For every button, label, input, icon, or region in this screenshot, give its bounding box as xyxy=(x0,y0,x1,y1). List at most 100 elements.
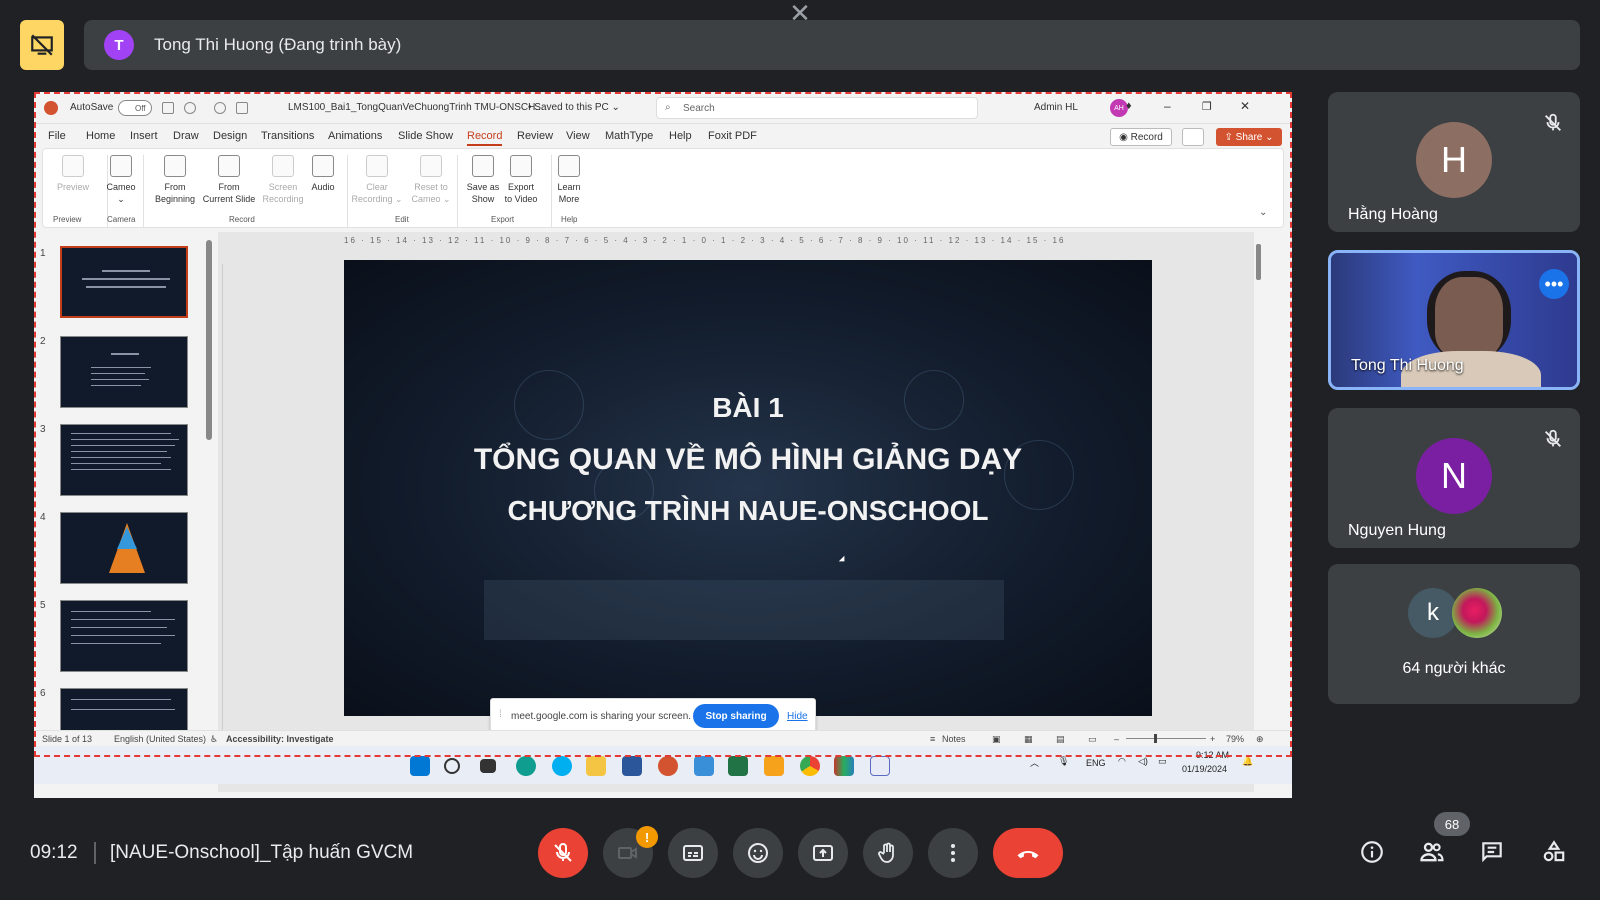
autosave-toggle[interactable]: Off xyxy=(118,100,152,116)
save-icon[interactable] xyxy=(162,102,174,114)
tab-design[interactable]: Design xyxy=(213,130,247,142)
word-icon[interactable] xyxy=(622,756,642,776)
meeting-details-button[interactable] xyxy=(1352,832,1392,872)
participant-tile[interactable]: N Nguyen Hung xyxy=(1328,408,1580,548)
chrome-icon[interactable] xyxy=(800,756,820,776)
record-from-beginning-button[interactable]: From Beginning xyxy=(147,155,203,205)
window-close-icon[interactable]: ✕ xyxy=(1240,99,1250,113)
thumbnail-scrollbar[interactable] xyxy=(206,240,212,440)
more-options-button[interactable] xyxy=(928,828,978,878)
wifi-icon[interactable]: ◠ xyxy=(1118,756,1126,767)
tray-chevron-icon[interactable]: ︿ xyxy=(1030,756,1039,769)
captions-button[interactable] xyxy=(668,828,718,878)
reset-cameo-button[interactable]: Reset to Cameo ⌄ xyxy=(403,155,459,205)
app-icon[interactable] xyxy=(694,756,714,776)
slide-sorter-icon[interactable]: ▦ xyxy=(1024,734,1033,745)
app-icon[interactable] xyxy=(764,756,784,776)
participant-tile-presenter[interactable]: Tong Thi Huong ••• xyxy=(1328,250,1580,390)
powerpoint-taskbar-icon[interactable] xyxy=(658,756,678,776)
zoom-out-icon[interactable]: – xyxy=(1114,734,1119,744)
present-icon[interactable] xyxy=(236,102,248,114)
redo-icon[interactable] xyxy=(214,102,226,114)
tab-review[interactable]: Review xyxy=(517,130,553,142)
people-button[interactable] xyxy=(1412,832,1452,872)
current-slide[interactable]: BÀI 1 TỔNG QUAN VỀ MÔ HÌNH GIẢNG DẠY CHƯ… xyxy=(344,260,1152,716)
tab-animations[interactable]: Animations xyxy=(328,130,382,142)
volume-icon[interactable]: ◁) xyxy=(1138,756,1148,767)
tab-slide-show[interactable]: Slide Show xyxy=(398,130,453,142)
fit-slide-icon[interactable]: ⊕ xyxy=(1256,734,1264,745)
drag-handle-icon[interactable]: ⁞ xyxy=(499,709,502,720)
tab-draw[interactable]: Draw xyxy=(173,130,199,142)
search-input[interactable]: ⌕ Search xyxy=(656,97,978,119)
battery-icon[interactable]: ▭ xyxy=(1158,756,1167,767)
tab-insert[interactable]: Insert xyxy=(130,130,158,142)
stop-presenting-icon[interactable] xyxy=(20,20,64,70)
zoom-slider-thumb[interactable] xyxy=(1154,734,1157,743)
accessibility-status[interactable]: Accessibility: Investigate xyxy=(226,734,334,744)
diamond-icon[interactable]: ♦ xyxy=(1126,100,1138,112)
leave-call-button[interactable] xyxy=(993,828,1063,878)
notification-icon[interactable]: 🔔 xyxy=(1242,756,1253,767)
record-from-current-button[interactable]: From Current Slide xyxy=(199,155,259,205)
raise-hand-button[interactable] xyxy=(863,828,913,878)
participant-tile[interactable]: H Hằng Hoàng xyxy=(1328,92,1580,232)
others-tile[interactable]: k 64 người khác xyxy=(1328,564,1580,704)
clock-date[interactable]: 01/19/2024 xyxy=(1182,764,1227,774)
tab-mathtype[interactable]: MathType xyxy=(605,130,653,142)
tab-record[interactable]: Record xyxy=(467,130,503,146)
microphone-button[interactable] xyxy=(538,828,588,878)
reactions-button[interactable] xyxy=(733,828,783,878)
undo-icon[interactable] xyxy=(184,102,196,114)
chat-button[interactable] xyxy=(1472,832,1512,872)
language-indicator[interactable]: English (United States) xyxy=(114,734,206,744)
tab-home[interactable]: Home xyxy=(86,130,115,142)
tab-help[interactable]: Help xyxy=(669,130,692,142)
tab-transitions[interactable]: Transitions xyxy=(261,130,314,142)
notes-button[interactable]: Notes xyxy=(942,734,966,744)
slide-thumbnail[interactable] xyxy=(60,246,188,318)
learn-more-button[interactable]: Learn More xyxy=(541,155,597,205)
microphone-tray-icon[interactable]: 🎙 xyxy=(1058,756,1069,767)
slide-thumbnail[interactable] xyxy=(60,424,188,496)
input-language[interactable]: ENG xyxy=(1086,758,1106,768)
clock-time[interactable]: 9:12 AM xyxy=(1196,750,1229,760)
excel-icon[interactable] xyxy=(728,756,748,776)
tab-foxit-pdf[interactable]: Foxit PDF xyxy=(708,130,757,142)
cameo-button[interactable]: Cameo ⌄ xyxy=(93,155,149,205)
zoom-level[interactable]: 79% xyxy=(1226,734,1244,744)
app-icon[interactable] xyxy=(870,756,890,776)
restore-icon[interactable]: ❐ xyxy=(1202,100,1212,113)
normal-view-icon[interactable]: ▣ xyxy=(992,734,1001,745)
canvas-scrollbar[interactable] xyxy=(1256,244,1261,280)
tab-file[interactable]: File xyxy=(48,130,66,142)
audio-button[interactable]: Audio xyxy=(295,155,351,193)
comments-button[interactable] xyxy=(1182,128,1204,146)
slide-thumbnail[interactable] xyxy=(60,512,188,584)
edge-icon[interactable] xyxy=(516,756,536,776)
hide-link[interactable]: Hide xyxy=(787,711,808,722)
slide-thumbnail[interactable] xyxy=(60,600,188,672)
slide-thumbnail[interactable] xyxy=(60,336,188,408)
share-button[interactable]: ⇪ Share ⌄ xyxy=(1216,128,1282,146)
zoom-slider[interactable] xyxy=(1126,738,1206,739)
more-options-icon[interactable]: ••• xyxy=(1539,269,1569,299)
slide-thumbnail[interactable] xyxy=(60,688,188,732)
skype-icon[interactable] xyxy=(552,756,572,776)
activities-button[interactable] xyxy=(1534,832,1574,872)
search-taskbar-icon[interactable] xyxy=(444,758,460,774)
file-explorer-icon[interactable] xyxy=(586,756,606,776)
start-icon[interactable] xyxy=(410,756,430,776)
tab-view[interactable]: View xyxy=(566,130,590,142)
app-icon[interactable] xyxy=(834,756,854,776)
present-button[interactable] xyxy=(798,828,848,878)
record-button[interactable]: ◉ Record xyxy=(1110,128,1172,146)
task-view-icon[interactable] xyxy=(480,759,496,773)
minimize-icon[interactable]: – xyxy=(1164,99,1171,113)
clear-recording-button[interactable]: Clear Recording ⌄ xyxy=(347,155,407,205)
zoom-in-icon[interactable]: + xyxy=(1210,734,1215,744)
slideshow-view-icon[interactable]: ▭ xyxy=(1088,734,1097,745)
stop-sharing-button[interactable]: Stop sharing xyxy=(693,704,779,728)
collapse-ribbon-icon[interactable]: ⌄ xyxy=(1259,207,1267,218)
reading-view-icon[interactable]: ▤ xyxy=(1056,734,1065,745)
